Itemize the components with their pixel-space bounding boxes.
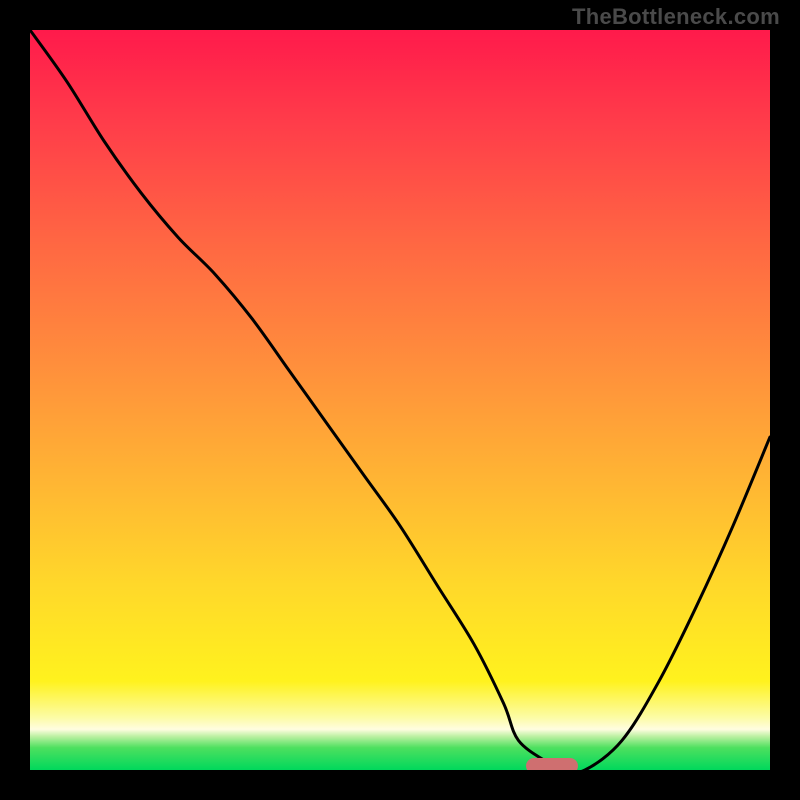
chart-container: TheBottleneck.com — [0, 0, 800, 800]
plot-area — [30, 30, 770, 770]
bottleneck-curve — [30, 30, 770, 770]
optimal-marker — [526, 758, 578, 770]
watermark-text: TheBottleneck.com — [572, 4, 780, 30]
